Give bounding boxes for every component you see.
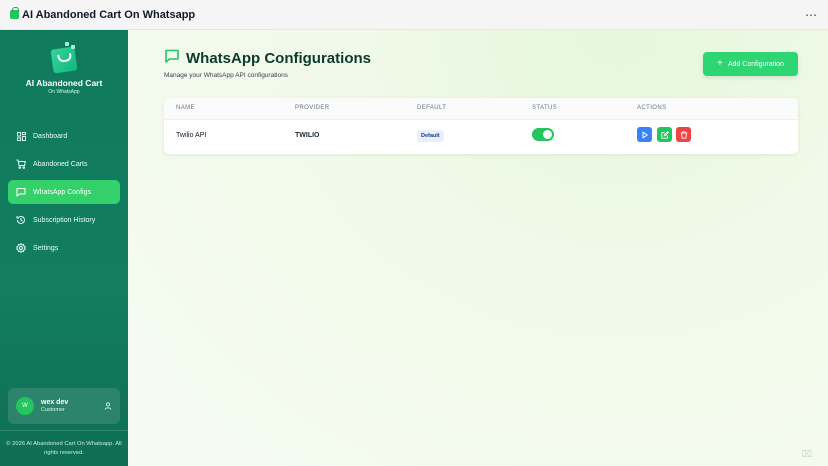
app-titlebar: AI Abandoned Cart On Whatsapp ⋯ <box>0 0 828 30</box>
toggle-knob <box>543 130 552 139</box>
sidebar: AI Abandoned Cart On WhatsApp Dashboard … <box>0 30 128 466</box>
avatar: W <box>16 397 34 415</box>
play-icon <box>641 126 649 144</box>
sidebar-item-label: WhatsApp Configs <box>33 188 91 196</box>
app-bag-icon <box>10 7 19 19</box>
delete-config-button[interactable] <box>676 127 691 142</box>
table-header: NAME PROVIDER DEFAULT STATUS ACTIONS <box>164 98 798 120</box>
column-header-name: NAME <box>176 105 195 111</box>
config-provider: TWILIO <box>295 132 320 139</box>
edit-config-button[interactable] <box>657 127 672 142</box>
page-subtitle: Manage your WhatsApp API configurations <box>164 72 288 79</box>
column-header-actions: ACTIONS <box>637 105 667 111</box>
add-configuration-label: Add Configuration <box>727 60 784 68</box>
column-header-status: STATUS <box>532 105 558 111</box>
chat-icon <box>16 187 26 197</box>
sidebar-item-label: Dashboard <box>33 132 68 140</box>
column-header-default: DEFAULT <box>417 105 447 111</box>
more-options-icon[interactable]: ⋯ <box>805 9 818 21</box>
test-config-button[interactable] <box>637 127 652 142</box>
brand-name: AI Abandoned Cart <box>25 78 103 88</box>
config-name: Twilio API <box>176 132 207 139</box>
page-title: WhatsApp Configurations <box>186 50 371 67</box>
cart-icon <box>16 159 26 169</box>
sidebar-item-settings[interactable]: Settings <box>8 236 120 260</box>
copyright: © 2026 AI Abandoned Cart On Whatsapp. Al… <box>6 441 122 456</box>
brand: AI Abandoned Cart On WhatsApp <box>0 30 128 108</box>
sidebar-item-subscription-history[interactable]: Subscription History <box>8 208 120 232</box>
dashboard-icon <box>16 131 26 141</box>
main-content: WhatsApp Configurations Manage your What… <box>128 30 828 466</box>
user-card[interactable]: W wex dev Customer <box>8 388 120 424</box>
sidebar-item-whatsapp-configs[interactable]: WhatsApp Configs <box>8 180 120 204</box>
sidebar-item-abandoned-carts[interactable]: Abandoned Carts <box>8 152 120 176</box>
sidebar-item-label: Settings <box>33 244 59 252</box>
user-role: Customer <box>41 407 65 413</box>
table-row: Twilio API TWILIO Default <box>164 120 798 154</box>
edit-icon <box>660 126 669 144</box>
resize-corner-icon: ⌧ <box>801 449 812 459</box>
brand-subtitle: On WhatsApp <box>48 89 80 95</box>
sidebar-item-dashboard[interactable]: Dashboard <box>8 124 120 148</box>
sidebar-item-label: Subscription History <box>33 216 96 224</box>
default-badge: Default <box>417 130 444 142</box>
trash-icon <box>680 126 688 144</box>
page-header: WhatsApp Configurations <box>164 48 371 69</box>
plus-icon: + <box>717 58 723 69</box>
sidebar-item-label: Abandoned Carts <box>33 160 88 168</box>
sidebar-divider <box>0 430 128 431</box>
add-configuration-button[interactable]: + Add Configuration <box>703 52 798 76</box>
gear-icon <box>16 243 26 253</box>
column-header-provider: PROVIDER <box>295 105 330 111</box>
history-icon <box>16 215 26 225</box>
shopping-bag-logo-icon <box>49 42 79 74</box>
user-name: wex dev <box>41 399 69 406</box>
configurations-table: NAME PROVIDER DEFAULT STATUS ACTIONS Twi… <box>164 98 798 154</box>
user-icon[interactable] <box>104 397 112 415</box>
app-title: AI Abandoned Cart On Whatsapp <box>22 8 196 21</box>
sidebar-nav: Dashboard Abandoned Carts WhatsApp Confi… <box>0 124 128 260</box>
chat-icon <box>164 48 180 69</box>
status-toggle[interactable] <box>532 128 554 141</box>
